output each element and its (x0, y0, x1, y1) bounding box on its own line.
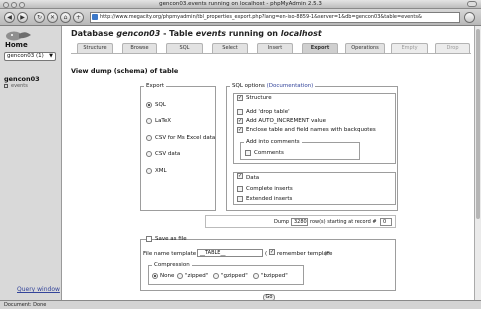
compression-radio-gzipped[interactable] (213, 273, 219, 279)
home-link[interactable]: Home (5, 41, 28, 49)
comments-legend: Add into comments (246, 139, 300, 145)
remember-template-checkbox[interactable]: ✓ (269, 249, 275, 255)
compression-label-zipped: "zipped" (185, 273, 209, 279)
title-table: events (195, 29, 227, 38)
back-icon[interactable]: ◀ (4, 12, 15, 23)
documentation-link[interactable]: (Documentation) (267, 83, 314, 89)
query-window-link[interactable]: Query window (17, 286, 60, 293)
save-as-file-checkbox[interactable] (146, 236, 152, 242)
scrollbar-thumb[interactable] (476, 29, 480, 219)
drop-table-checkbox[interactable] (237, 109, 243, 115)
export-label-csv-excel: CSV for Ms Excel data (155, 135, 216, 141)
database-select-value: gencon03 (1) (7, 53, 44, 59)
chevron-down-icon: ▼ (49, 53, 53, 59)
title-db: gencon03 (116, 29, 161, 38)
comments-label: Comments (254, 150, 284, 156)
compression-legend: Compression (154, 262, 190, 268)
site-favicon-icon (92, 14, 98, 20)
sidebar-table-item[interactable]: events (4, 83, 28, 89)
extended-inserts-checkbox[interactable] (237, 196, 243, 202)
left-nav-frame: Home gencon03 (1) ▼ gencon03 events Quer… (0, 26, 62, 300)
bookmark-icon[interactable]: + (73, 12, 84, 23)
tab-drop[interactable]: Drop (435, 43, 470, 53)
compression-label-none: None (160, 273, 175, 279)
data-label: Data (246, 175, 260, 181)
tab-empty[interactable]: Empty (391, 43, 428, 53)
dump-rows-input[interactable]: 3280 (291, 218, 308, 226)
compression-label-bzipped: "bzipped" (261, 273, 288, 279)
structure-checkbox[interactable]: ✓ (237, 95, 243, 101)
main-content-frame: Database gencon03 - Table events running… (63, 26, 474, 301)
export-radio-sql[interactable] (146, 102, 152, 108)
extended-inserts-label: Extended inserts (246, 196, 293, 202)
data-checkbox[interactable]: ✓ (237, 173, 243, 179)
export-label-xml: XML (155, 168, 167, 174)
tab-operations[interactable]: Operations (345, 43, 385, 53)
reload-icon[interactable]: ↻ (34, 12, 45, 23)
toolbar-toggle-icon[interactable] (467, 1, 477, 7)
sql-options-legend-text: SQL options (232, 83, 265, 89)
drop-table-label: Add 'drop table' (246, 109, 290, 115)
auto-increment-label: Add AUTO_INCREMENT value (246, 118, 326, 124)
export-radio-csv[interactable] (146, 151, 152, 157)
paren-close: )* (325, 251, 330, 257)
title-host: localhost (280, 29, 322, 38)
home-icon[interactable]: ⌂ (60, 12, 71, 23)
export-legend: Export (146, 83, 165, 89)
status-text: Document: Done (4, 302, 47, 308)
compression-radio-bzipped[interactable] (253, 273, 259, 279)
section-heading: View dump (schema) of table (71, 67, 179, 75)
title-prefix: Database (71, 29, 117, 38)
compression-label-gzipped: "gzipped" (221, 273, 248, 279)
tab-structure[interactable]: Structure (77, 43, 113, 53)
vertical-scrollbar[interactable] (474, 26, 481, 300)
export-fieldset: Export (140, 83, 216, 211)
dump-middle-label: row(s) starting at record # (310, 219, 377, 225)
window-title: gencon03.events running on localhost - p… (159, 1, 322, 7)
tab-insert[interactable]: Insert (257, 43, 293, 53)
table-icon (4, 83, 8, 88)
stop-icon[interactable]: ✕ (47, 12, 58, 23)
tab-divider (71, 53, 471, 54)
window-titlebar: gencon03.events running on localhost - p… (0, 0, 481, 9)
export-radio-latex[interactable] (146, 118, 152, 124)
database-select[interactable]: gencon03 (1) ▼ (4, 52, 56, 61)
sidebar-db-name[interactable]: gencon03 (4, 75, 40, 83)
dump-prefix-label: Dump (274, 219, 290, 225)
export-label-latex: LaTeX (155, 118, 172, 124)
status-bar: Document: Done (0, 300, 481, 309)
search-go-icon[interactable] (464, 12, 475, 23)
sql-options-legend: SQL options (Documentation) (230, 83, 315, 89)
tab-browse[interactable]: Browse (122, 43, 157, 53)
export-radio-xml[interactable] (146, 168, 152, 174)
backquotes-label: Enclose table and field names with backq… (246, 127, 376, 133)
sidebar-table-label: events (11, 83, 28, 89)
auto-increment-checkbox[interactable]: ✓ (237, 118, 243, 124)
backquotes-checkbox[interactable]: ✓ (237, 127, 243, 133)
structure-label: Structure (246, 95, 272, 101)
paren-open: ( (265, 251, 268, 257)
complete-inserts-label: Complete inserts (246, 186, 293, 192)
export-label-sql: SQL (155, 102, 166, 108)
tab-export[interactable]: Export (302, 43, 338, 53)
complete-inserts-checkbox[interactable] (237, 186, 243, 192)
address-bar[interactable]: http://www.megacity.org/phpmyadmin/tbl_p… (90, 12, 460, 23)
compression-radio-zipped[interactable] (177, 273, 183, 279)
file-template-input[interactable]: __TABLE__ (197, 249, 263, 257)
title-suffix: running on (226, 29, 281, 38)
export-radio-csv-excel[interactable] (146, 135, 152, 141)
template-label: File name template : (143, 251, 200, 257)
tab-select[interactable]: Select (212, 43, 248, 53)
tab-sql[interactable]: SQL (166, 43, 203, 53)
title-middle: - Table (160, 29, 196, 38)
dump-start-input[interactable]: 0 (380, 218, 392, 226)
export-label-csv: CSV data (155, 151, 181, 157)
compression-radio-none[interactable] (152, 273, 158, 279)
save-as-file-label: Save as file (155, 236, 187, 242)
browser-toolbar: ◀ ▶ ↻ ✕ ⌂ + http://www.megacity.org/phpm… (0, 9, 481, 26)
page-title: Database gencon03 - Table events running… (71, 29, 322, 38)
comments-checkbox[interactable] (245, 150, 251, 156)
forward-icon[interactable]: ▶ (17, 12, 28, 23)
